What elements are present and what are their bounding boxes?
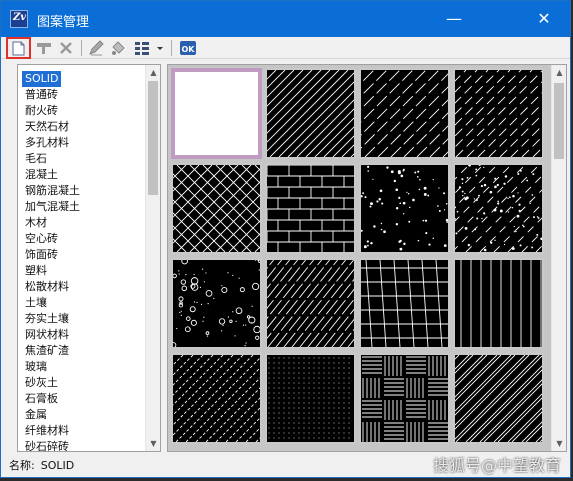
pattern-preview-grid: ▲ ▼ [167,64,567,452]
pencil-button[interactable] [86,38,108,58]
view-grid-icon [135,42,149,55]
pattern-tile-weave[interactable] [359,353,450,444]
close-icon: ✕ [537,9,551,28]
minimize-icon: — [446,9,462,28]
list-scrollbar[interactable]: ▲ ▼ [145,65,160,451]
toolbar: OK [1,37,570,59]
pattern-tile-solid[interactable] [171,68,262,159]
pattern-tile-brick[interactable] [265,163,356,254]
new-pattern-button[interactable] [6,37,31,59]
pattern-manager-window: Zv 图案管理 — ✕ OK SOLID 普通砖 耐火砖 天然石材 多孔材料 毛… [0,0,571,478]
ok-icon: OK [180,41,196,55]
watermark: 搜狐号@中望教育 [432,456,561,475]
view-grid-button[interactable] [132,38,154,58]
dropdown-arrow-icon [157,47,163,50]
ok-label: OK [182,45,196,54]
pattern-tile-circles[interactable] [171,258,262,349]
new-pattern-icon [12,41,25,56]
pattern-tile-diag[interactable] [265,68,356,159]
title-bar: Zv 图案管理 — ✕ [1,1,570,37]
pattern-list-items: SOLID 普通砖 耐火砖 天然石材 多孔材料 毛石 混凝土 钢筋混凝土 加气混凝土 木材 空心砖饰… [22,67,83,451]
pattern-tile-diag-rough[interactable] [265,258,356,349]
pattern-tile-speckle-diag[interactable] [453,163,544,254]
paint-icon [112,41,125,55]
pattern-tile-diag-sparse[interactable] [359,68,450,159]
close-button[interactable]: ✕ [521,1,567,37]
pattern-tile-diag-dense[interactable] [171,353,262,444]
toolbar-separator [81,40,82,56]
minimize-button[interactable]: — [431,1,477,37]
pattern-cells [168,65,552,451]
list-scroll-thumb[interactable] [148,81,158,195]
pencil-icon [89,40,104,56]
edit-pattern-button[interactable] [34,38,56,58]
window-title: 图案管理 [37,15,90,30]
name-value: SOLID [40,459,75,472]
pattern-list[interactable]: SOLID 普通砖 耐火砖 天然石材 多孔材料 毛石 混凝土 钢筋混凝土 加气混凝土 木材 空心砖饰… [17,64,161,452]
grid-scroll-thumb[interactable] [554,83,564,159]
paint-button[interactable] [108,38,130,58]
ok-button[interactable]: OK [178,38,200,58]
edit-pattern-icon [37,43,51,54]
grid-scrollbar[interactable]: ▲ ▼ [551,65,566,451]
name-label: 名称: [9,459,35,472]
pattern-tile-grid[interactable] [359,258,450,349]
scroll-up-arrow-icon[interactable]: ▲ [552,65,566,80]
pattern-tile-speckle[interactable] [359,163,450,254]
delete-icon [60,42,72,54]
status-bar: 名称: SOLID [9,457,80,473]
pattern-tile-crosshatch[interactable] [171,163,262,254]
scroll-down-arrow-icon[interactable]: ▼ [146,436,160,451]
scroll-down-arrow-icon[interactable]: ▼ [552,436,566,451]
pattern-tile-diag-wide[interactable] [453,353,544,444]
pattern-tile-vlines[interactable] [453,258,544,349]
scroll-up-arrow-icon[interactable]: ▲ [146,65,160,80]
delete-button[interactable] [56,38,78,58]
pattern-list-item[interactable]: 砂石碎砖 [22,440,72,451]
pattern-tile-dots[interactable] [265,353,356,444]
toolbar-separator [171,40,172,56]
app-icon: Zv [10,10,28,28]
pattern-tile-diag-dash[interactable] [453,68,544,159]
view-dropdown-button[interactable] [153,38,167,58]
